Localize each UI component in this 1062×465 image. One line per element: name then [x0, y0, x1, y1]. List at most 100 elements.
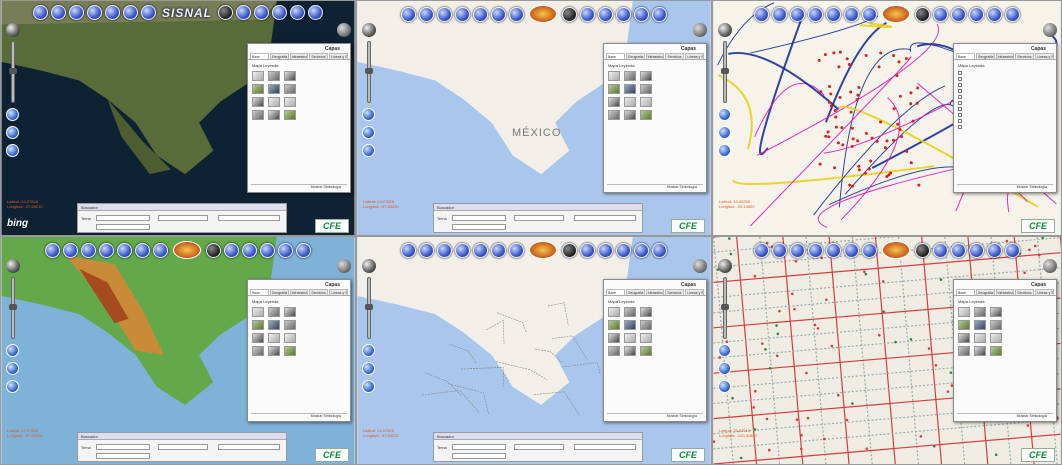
settings-icon[interactable] [652, 7, 667, 22]
pan-globe-icon[interactable] [337, 23, 351, 37]
measure-icon[interactable] [135, 243, 150, 258]
zoom-out-icon[interactable] [99, 243, 114, 258]
search-field-3[interactable] [218, 444, 280, 450]
zoom-out-icon[interactable] [808, 243, 823, 258]
basemap-thumb[interactable] [252, 333, 264, 343]
zoom-out-icon[interactable] [455, 7, 470, 22]
search-field[interactable] [96, 444, 150, 450]
basemap-thumb[interactable] [252, 307, 264, 317]
basemap-thumb[interactable] [974, 307, 986, 317]
legend-toggle[interactable]: Mostrar Simbología [607, 413, 703, 419]
pan-icon[interactable] [419, 243, 434, 258]
basemap-thumb[interactable] [608, 346, 620, 356]
print-icon[interactable] [915, 243, 930, 258]
tab-3[interactable]: Servicios [1015, 289, 1034, 295]
zoom-in-icon[interactable] [69, 5, 84, 20]
basemap-thumb[interactable] [640, 110, 652, 120]
print-icon[interactable] [915, 7, 930, 22]
people-icon[interactable] [6, 144, 19, 157]
people-icon[interactable] [6, 380, 19, 393]
basemap-thumb[interactable] [624, 346, 636, 356]
measure-icon[interactable] [123, 5, 138, 20]
people-icon[interactable] [362, 380, 375, 393]
checkbox-icon[interactable] [958, 101, 962, 105]
tab-3[interactable]: Servicios [309, 289, 328, 295]
search-field[interactable] [452, 215, 506, 221]
layer-checkbox[interactable] [958, 83, 1052, 87]
basemap-thumb[interactable] [640, 84, 652, 94]
basemap-thumb[interactable] [252, 71, 264, 81]
tab-1[interactable]: Geografía [626, 53, 645, 59]
basemap-thumb[interactable] [958, 320, 970, 330]
pan-globe-icon[interactable] [1043, 259, 1057, 273]
globe-icon[interactable] [45, 243, 60, 258]
globe-icon[interactable] [754, 243, 769, 258]
basemap-thumb[interactable] [624, 333, 636, 343]
pan-globe-icon[interactable] [337, 259, 351, 273]
globe-icon[interactable] [401, 7, 416, 22]
legend-toggle[interactable]: Mostrar Simbología [251, 413, 347, 419]
info-icon[interactable] [598, 7, 613, 22]
tab-0[interactable]: Base [606, 53, 625, 59]
zoom-in-icon[interactable] [790, 7, 805, 22]
basemap-thumb[interactable] [252, 84, 264, 94]
list-icon[interactable] [272, 5, 287, 20]
zoom-slider[interactable] [367, 41, 371, 103]
basemap-thumb[interactable] [284, 307, 296, 317]
layer-checkbox[interactable] [958, 77, 1052, 81]
help-icon[interactable] [634, 243, 649, 258]
zoom-knob[interactable] [9, 304, 17, 310]
basemap-thumb[interactable] [268, 84, 280, 94]
tab-3[interactable]: Servicios [665, 53, 684, 59]
search-field-4[interactable] [96, 453, 150, 459]
basemap-thumb[interactable] [284, 346, 296, 356]
zoom-in-icon[interactable] [790, 243, 805, 258]
checkbox-icon[interactable] [958, 107, 962, 111]
refresh-icon[interactable] [362, 126, 375, 139]
basemap-thumb[interactable] [958, 346, 970, 356]
basemap-thumb[interactable] [624, 320, 636, 330]
basemap-thumb[interactable] [268, 97, 280, 107]
refresh-icon[interactable] [6, 362, 19, 375]
zoom-knob[interactable] [365, 68, 373, 74]
zoom-out-icon[interactable] [455, 243, 470, 258]
search-icon[interactable] [862, 243, 877, 258]
basemap-thumb[interactable] [608, 84, 620, 94]
basemap-thumb[interactable] [624, 71, 636, 81]
compass-icon[interactable] [718, 259, 732, 273]
home-icon[interactable] [473, 7, 488, 22]
zoom-slider[interactable] [723, 41, 727, 103]
zoom-knob[interactable] [365, 304, 373, 310]
help-icon[interactable] [290, 5, 305, 20]
list-icon[interactable] [616, 7, 631, 22]
print-icon[interactable] [206, 243, 221, 258]
layers-icon[interactable] [580, 243, 595, 258]
basemap-thumb[interactable] [252, 110, 264, 120]
legend-toggle[interactable]: Mostrar Simbología [957, 184, 1053, 190]
tab-0[interactable]: Base [956, 53, 975, 59]
pan-globe-icon[interactable] [1043, 23, 1057, 37]
measure-icon[interactable] [491, 7, 506, 22]
zoom-knob[interactable] [721, 68, 729, 74]
basemap-thumb[interactable] [252, 97, 264, 107]
basemap-thumb[interactable] [268, 320, 280, 330]
info-icon[interactable] [254, 5, 269, 20]
search-field-2[interactable] [514, 215, 564, 221]
layer-checkbox[interactable] [958, 71, 1052, 75]
tab-2[interactable]: Infraestructura [996, 53, 1015, 59]
tab-4[interactable]: Lineas y Subestaciones [685, 289, 704, 295]
people-icon[interactable] [718, 144, 731, 157]
checkbox-icon[interactable] [958, 113, 962, 117]
basemap-thumb[interactable] [284, 110, 296, 120]
pan-icon[interactable] [51, 5, 66, 20]
tab-2[interactable]: Infraestructura [646, 53, 665, 59]
layer-checkbox[interactable] [958, 113, 1052, 117]
layers-icon[interactable] [933, 243, 948, 258]
search-icon[interactable] [862, 7, 877, 22]
basemap-thumb[interactable] [974, 346, 986, 356]
tab-2[interactable]: Infraestructura [646, 289, 665, 295]
checkbox-icon[interactable] [958, 95, 962, 99]
settings-icon[interactable] [1005, 243, 1020, 258]
help-icon[interactable] [987, 7, 1002, 22]
basemap-thumb[interactable] [958, 307, 970, 317]
